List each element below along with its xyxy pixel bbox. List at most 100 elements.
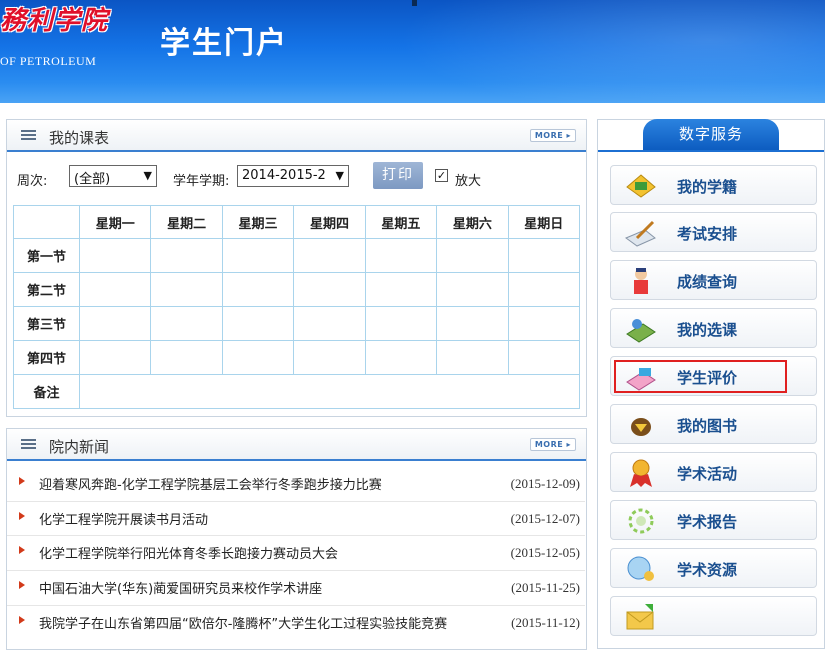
exam-schedule-icon [624,220,656,247]
school-logo-text: 務利学院 [0,6,109,36]
timetable-controls: 周次: (全部) ▼ 学年学期: 2014-2015-2 ▼ 打印 ✓ 放大 [17,162,587,191]
day-header: 星期四 [293,205,366,239]
service-label: 学术报告 [677,513,738,531]
week-select-value: (全部) [74,172,111,187]
list-item[interactable]: 迎着寒风奔跑-化学工程学院基层工会举行冬季跑步接力比赛 (2015-12-09) [7,467,582,501]
zoom-checkbox[interactable]: ✓ [435,169,448,182]
news-date: (2015-12-05) [510,545,580,560]
library-books-icon [631,418,651,436]
service-academic-report[interactable]: 学术报告 [610,500,817,540]
service-label: 学术资源 [677,561,738,579]
news-date: (2015-11-25) [511,580,580,595]
day-header: 星期五 [364,205,438,239]
timetable-cell [293,340,366,375]
news-link[interactable]: 中国石油大学(华东)蔺爱国研究员来校作学术讲座 [39,578,322,597]
timetable-cell [364,306,438,341]
academic-resource-icon [627,556,654,581]
timetable-cell [436,272,509,307]
news-more-button[interactable]: MORE ▸ [529,438,576,451]
timetable-cell [221,238,295,273]
banner-mark [412,0,417,6]
timetable-cell [364,238,438,273]
day-header: 星期六 [436,205,509,239]
timetable-cell [507,238,581,273]
table-row: 备注 [13,374,580,409]
timetable-cell [221,272,295,307]
list-item[interactable]: 中国石油大学(华东)蔺爱国研究员来校作学术讲座 (2015-11-25) [7,571,582,605]
list-item[interactable]: 化学工程学院举行阳光体育冬季长跑接力赛动员大会 (2015-12-05) [7,536,582,570]
timetable-cell [507,306,581,341]
news-title: 院内新闻 [49,438,110,456]
news-link[interactable]: 化学工程学院举行阳光体育冬季长跑接力赛动员大会 [39,543,338,562]
day-header: 星期三 [221,205,295,239]
week-select[interactable]: (全部) ▼ [69,165,157,187]
service-grade-query[interactable]: 成绩查询 [610,260,817,300]
timetable-cell [150,238,223,273]
timetable-cell [150,340,223,375]
timetable-cell [507,340,581,375]
timetable-cell [221,306,295,341]
term-label: 学年学期: [173,174,230,189]
service-academic-resource[interactable]: 学术资源 [610,548,817,588]
mail-icon [626,604,654,630]
timetable-cell [436,238,509,273]
print-button[interactable]: 打印 [373,162,423,189]
timetable-cell [78,306,152,341]
service-exam-schedule[interactable]: 考试安排 [610,212,817,252]
timetable-cell [150,272,223,307]
period-label: 第一节 [13,238,80,273]
news-date: (2015-12-09) [510,476,580,491]
bullet-icon [19,581,25,589]
table-row: 第二节 [13,272,581,307]
news-link[interactable]: 我院学子在山东省第四届“欧倍尔-隆腾杯”大学生化工过程实验技能竞赛 [39,613,447,632]
term-select[interactable]: 2014-2015-2 ▼ [237,165,349,187]
day-header: 星期一 [78,205,152,239]
academic-activity-icon [630,459,652,487]
chevron-down-icon: ▼ [143,169,152,182]
service-library-books[interactable]: 我的图书 [610,404,817,444]
chevron-down-icon: ▼ [335,169,344,182]
timetable-cell [150,306,223,341]
timetable-title: 我的课表 [49,129,110,147]
timetable-header-row: 星期一 星期二 星期三 星期四 星期五 星期六 星期日 [13,205,581,239]
period-label: 第三节 [13,306,80,341]
news-header: 院内新闻 MORE ▸ [7,429,586,461]
service-label: 我的学籍 [677,178,738,196]
table-row: 第一节 [13,238,581,273]
news-date: (2015-11-12) [511,615,580,630]
bullet-icon [19,477,25,485]
zoom-label: 放大 [455,174,482,189]
timetable-cell [78,340,152,375]
service-course-selection[interactable]: 我的选课 [610,308,817,348]
service-mail[interactable] [610,596,817,636]
timetable-cell [78,272,152,307]
timetable-panel: 我的课表 MORE ▸ 周次: (全部) ▼ 学年学期: 2014-2015-2… [6,119,587,417]
news-link[interactable]: 迎着寒风奔跑-化学工程学院基层工会举行冬季跑步接力比赛 [39,474,382,493]
service-label: 学术活动 [677,465,738,483]
timetable-cell [436,306,509,341]
service-label: 考试安排 [677,225,738,243]
news-link[interactable]: 化学工程学院开展读书月活动 [39,509,208,528]
day-header: 星期二 [150,205,223,239]
news-date: (2015-12-07) [510,511,580,526]
remarks-label: 备注 [13,374,80,409]
portal-title: 学生门户 [160,26,288,61]
service-academic-activity[interactable]: 学术活动 [610,452,817,492]
list-item[interactable]: 我院学子在山东省第四届“欧倍尔-隆腾杯”大学生化工过程实验技能竞赛 (2015-… [7,606,582,640]
timetable-more-button[interactable]: MORE ▸ [529,129,576,142]
service-label: 我的选课 [677,321,738,339]
list-item[interactable]: 化学工程学院开展读书月活动 (2015-12-07) [7,502,582,536]
table-row: 第三节 [13,306,581,341]
news-panel: 院内新闻 MORE ▸ 迎着寒风奔跑-化学工程学院基层工会举行冬季跑步接力比赛 … [6,428,587,650]
service-label: 成绩查询 [677,273,738,291]
timetable-header: 我的课表 MORE ▸ [7,120,586,152]
grade-query-icon [634,268,648,294]
day-header: 星期日 [507,205,581,239]
school-english-name: OF PETROLEUM [0,54,97,68]
period-label: 第四节 [13,340,80,375]
service-student-record[interactable]: 我的学籍 [610,165,817,205]
term-select-value: 2014-2015-2 [242,168,326,183]
table-row: 第四节 [13,340,581,375]
timetable-grid: 星期一 星期二 星期三 星期四 星期五 星期六 星期日 第一节 第二节 第三节 … [13,205,581,409]
academic-report-icon [628,508,654,534]
